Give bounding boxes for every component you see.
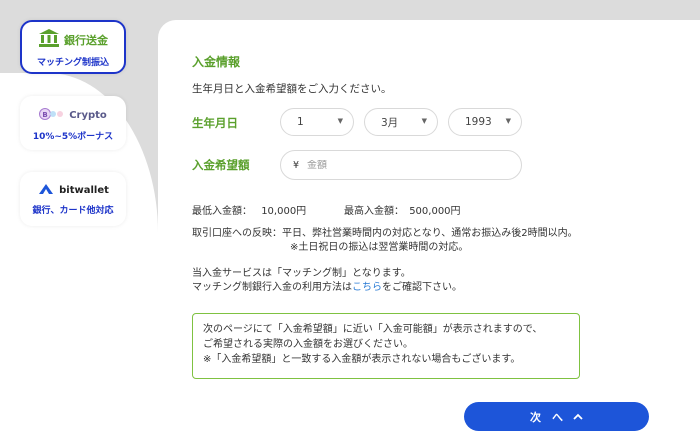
- min-amount-label: 最低入金額：: [192, 206, 252, 217]
- notice-line: ご希望される実際の入金額をお選びください。: [203, 339, 413, 350]
- birthdate-label: 生年月日: [192, 116, 238, 130]
- year-select[interactable]: 1993 ▼: [448, 108, 522, 136]
- max-amount-value: 500,000円: [409, 206, 461, 217]
- reflection-info: 取引口座への反映：平日、弊社営業時間内の対応となり、通常お振込み後2時間以内。: [192, 228, 578, 239]
- chevron-down-icon: ▼: [421, 117, 427, 125]
- day-value: 1: [297, 116, 304, 128]
- svg-text:B: B: [43, 111, 48, 119]
- method-bank-transfer[interactable]: 銀行送金 マッチング制振込: [20, 20, 126, 74]
- deposit-form-panel: 入金情報 生年月日と入金希望額をご入力ください。 生年月日 1 ▼ 3月 ▼ 1…: [158, 20, 700, 443]
- notice-box: 次のページにて「入金希望額」に近い「入金可能額」が表示されますので、 ご希望され…: [192, 313, 580, 379]
- chevron-up-icon: [573, 410, 583, 423]
- service-usage-suffix: をご確認下さい。: [382, 282, 462, 293]
- max-amount-label: 最高入金額：: [344, 206, 404, 217]
- instruction-text: 生年月日と入金希望額をご入力ください。: [192, 83, 392, 95]
- service-usage-text: マッチング制銀行入金の利用方法は: [192, 282, 352, 293]
- max-amount: 最高入金額： 500,000円: [344, 202, 461, 217]
- next-button[interactable]: 次 へ: [464, 402, 649, 431]
- weekend-note: ※土日祝日の振込は翌営業時間の対応。: [290, 242, 469, 253]
- method-crypto-title: Crypto: [69, 110, 107, 121]
- section-title: 入金情報: [192, 55, 241, 69]
- crypto-coins-icon: B: [39, 106, 65, 125]
- amount-field-wrapper: ¥: [280, 150, 522, 180]
- method-bitwallet[interactable]: bitwallet 銀行、カード他対応: [20, 172, 126, 226]
- service-usage-line: マッチング制銀行入金の利用方法はこちらをご確認下さい。: [192, 278, 462, 293]
- month-value: 3月: [381, 116, 399, 129]
- method-bank-title: 銀行送金: [64, 33, 108, 47]
- notice-line: ※「入金希望額」と一致する入金額が表示されない場合もございます。: [203, 354, 521, 365]
- chevron-down-icon: ▼: [337, 117, 343, 125]
- notice-line: 次のページにて「入金希望額」に近い「入金可能額」が表示されますので、: [203, 324, 543, 335]
- usage-guide-link[interactable]: こちら: [352, 282, 382, 293]
- chevron-down-icon: ▼: [505, 117, 511, 125]
- currency-symbol: ¥: [293, 159, 300, 171]
- service-info: 当入金サービスは「マッチング制」となります。: [192, 268, 411, 279]
- method-crypto-subtitle: 10%~5%ボーナス: [32, 132, 114, 142]
- day-select[interactable]: 1 ▼: [280, 108, 354, 136]
- month-select[interactable]: 3月 ▼: [364, 108, 438, 136]
- min-amount: 最低入金額： 10,000円: [192, 202, 306, 217]
- year-value: 1993: [465, 116, 492, 128]
- min-amount-value: 10,000円: [261, 206, 307, 217]
- payment-method-sidebar: 銀行送金 マッチング制振込 B Crypto 10%~5%ボーナス bitwal…: [0, 0, 158, 443]
- method-bitwallet-subtitle: 銀行、カード他対応: [32, 206, 114, 216]
- amount-input[interactable]: [307, 159, 488, 171]
- bitwallet-logo-icon: [37, 182, 55, 199]
- amount-label: 入金希望額: [192, 158, 250, 172]
- method-bank-subtitle: マッチング制振込: [36, 58, 109, 68]
- method-bitwallet-title: bitwallet: [59, 185, 109, 196]
- next-button-label: 次 へ: [530, 410, 563, 424]
- method-crypto[interactable]: B Crypto 10%~5%ボーナス: [20, 96, 126, 150]
- bank-icon: [38, 28, 60, 51]
